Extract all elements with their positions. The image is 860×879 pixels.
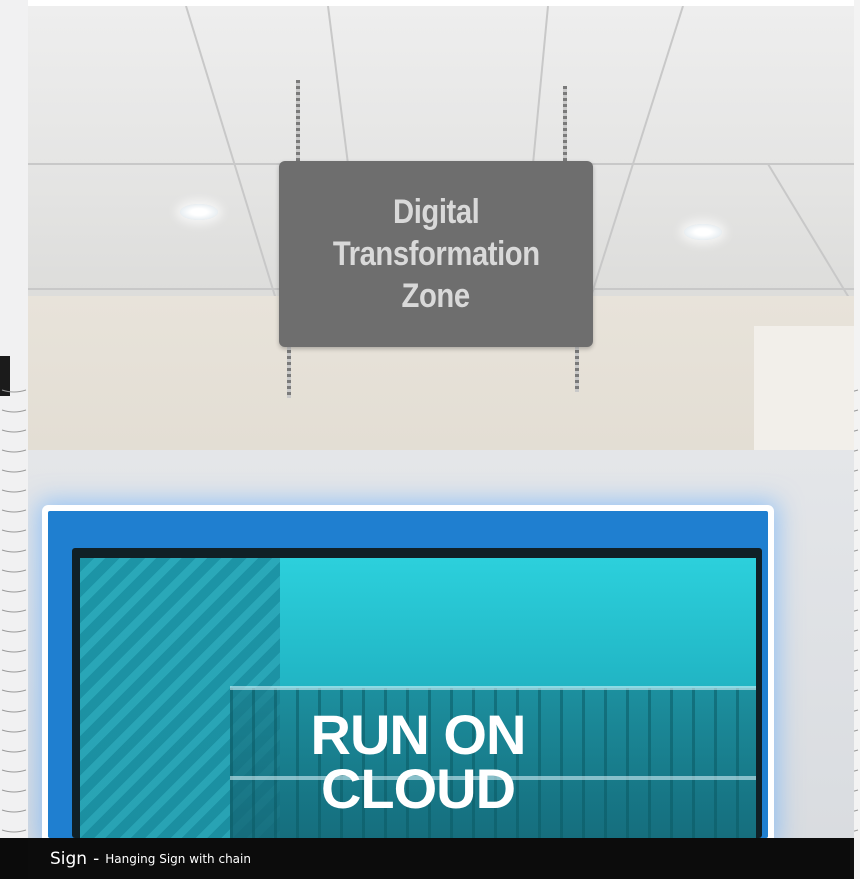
decorative-wave-lines-left (1, 389, 27, 833)
photo: Digital Transformation Zone RUN ON CLOUD (28, 6, 854, 838)
image-frame: Digital Transformation Zone RUN ON CLOUD… (0, 0, 860, 879)
sign-chain-bottom-right (575, 344, 579, 392)
sign-line-1: Digital (392, 193, 480, 231)
caption-title: Sign (50, 848, 88, 869)
caption-separator: - (93, 848, 100, 869)
sign-line-2: Transformation (332, 235, 540, 273)
sign-chain-bottom-left (287, 344, 291, 398)
caption-bar: Sign - Hanging Sign with chain (28, 838, 854, 879)
screen-headline: RUN ON CLOUD (80, 703, 756, 820)
screen-rail-upper (230, 686, 756, 690)
screen-line-1: RUN ON (310, 703, 527, 766)
screen-line-2: CLOUD (320, 757, 516, 820)
caption-description: Hanging Sign with chain (105, 851, 251, 866)
sign-chain-top-left (296, 80, 300, 164)
sign-line-3: Zone (401, 277, 471, 315)
ceiling-light-right (684, 224, 722, 240)
sign-chain-top-right (563, 86, 567, 164)
left-bottom-dark-block (0, 838, 28, 879)
hanging-sign: Digital Transformation Zone (279, 161, 593, 347)
ceiling-light-left (180, 204, 218, 220)
display-screen: RUN ON CLOUD (80, 558, 756, 838)
